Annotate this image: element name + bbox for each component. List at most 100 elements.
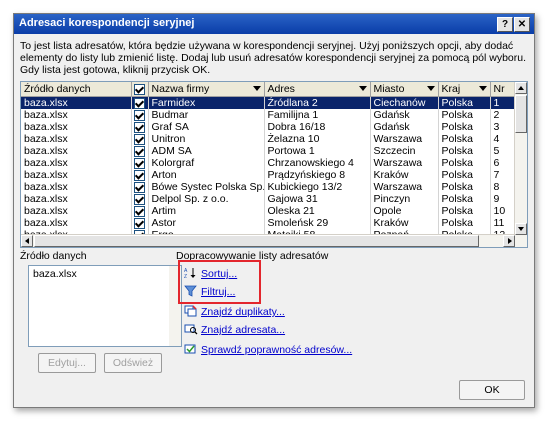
cell-nr: 7 [490, 169, 516, 181]
table-row[interactable]: baza.xlsx Artim Oleska 21 Opole Polska 10 [21, 205, 516, 217]
cell-country: Polska [438, 217, 491, 229]
row-checkbox[interactable] [134, 193, 145, 205]
cell-address: Oleska 21 [264, 205, 371, 217]
row-checkbox[interactable] [134, 133, 145, 145]
cell-nr: 9 [490, 193, 516, 205]
row-checkbox[interactable] [134, 109, 145, 121]
source-listbox[interactable]: baza.xlsx [28, 265, 182, 347]
chevron-down-icon[interactable] [358, 86, 367, 91]
scroll-right-button[interactable] [503, 235, 515, 247]
cell-address: Źródlana 2 [264, 96, 371, 109]
title-bar[interactable]: Adresaci korespondencji seryjnej ? ✕ [14, 14, 534, 34]
table-row[interactable]: baza.xlsx Graf SA Dobra 16/18 Gdańsk Polska 3 [21, 121, 516, 133]
horizontal-scrollbar[interactable] [21, 234, 515, 247]
recipients-table: Źródło danych Nazwa firmy Adres Miasto K… [21, 82, 516, 241]
find-duplicates-label[interactable]: Znajdź duplikaty... [201, 306, 285, 318]
row-checkbox[interactable] [134, 97, 145, 109]
scroll-thumb[interactable] [515, 95, 527, 133]
row-checkbox[interactable] [134, 181, 145, 193]
row-checkbox[interactable] [134, 169, 145, 181]
select-all-checkbox[interactable] [134, 83, 145, 95]
cell-country: Polska [438, 157, 491, 169]
table-row[interactable]: baza.xlsx Delpol Sp. z o.o. Gajowa 31 Pincz… [21, 193, 516, 205]
validate-addresses-label[interactable]: Sprawdź poprawność adresów... [201, 344, 352, 356]
row-checkbox[interactable] [134, 145, 145, 157]
dialog-title: Adresaci korespondencji seryjnej [19, 17, 195, 29]
intro-text: To jest lista adresatów, która będzie uż… [20, 40, 527, 76]
col-header-address[interactable]: Adres [264, 82, 371, 97]
cell-country: Polska [438, 205, 491, 217]
cell-company: Farmidex [148, 96, 265, 109]
cell-source: baza.xlsx [21, 96, 132, 109]
cell-company: Arton [148, 169, 265, 181]
cell-source: baza.xlsx [21, 169, 132, 181]
table-row[interactable]: baza.xlsx Kolorgraf Chrzanowskiego 4 Warsza… [21, 157, 516, 169]
cell-nr: 6 [490, 157, 516, 169]
validate-addresses-icon [184, 343, 198, 355]
row-checkbox[interactable] [134, 121, 145, 133]
find-recipient-label[interactable]: Znajdź adresata... [201, 324, 285, 336]
cell-city: Gdańsk [370, 121, 439, 133]
row-checkbox[interactable] [134, 205, 145, 217]
col-header-source[interactable]: Źródło danych [21, 82, 132, 97]
help-button[interactable]: ? [497, 17, 513, 32]
cell-address: Kubickiego 13/2 [264, 181, 371, 193]
chevron-down-icon[interactable] [478, 86, 487, 91]
cell-checkbox [131, 96, 149, 109]
refresh-button[interactable]: Odśwież [104, 353, 162, 373]
col-header-checkbox[interactable] [131, 82, 149, 97]
cell-country: Polska [438, 169, 491, 181]
cell-company: Astor [148, 217, 265, 229]
scroll-down-button[interactable] [515, 223, 527, 235]
cell-source: baza.xlsx [21, 193, 132, 205]
cell-company: Artim [148, 205, 265, 217]
col-header-country[interactable]: Kraj [438, 82, 491, 97]
cell-city: Pinczyn [370, 193, 439, 205]
header-row: Źródło danych Nazwa firmy Adres Miasto K… [21, 82, 516, 97]
cell-country: Polska [438, 96, 491, 109]
cell-checkbox [131, 145, 149, 157]
cell-country: Polska [438, 121, 491, 133]
cell-company: Unitron [148, 133, 265, 145]
table-row[interactable]: baza.xlsx Unitron Żelazna 10 Warszawa Polska… [21, 133, 516, 145]
cell-country: Polska [438, 109, 491, 121]
cell-nr: 10 [490, 205, 516, 217]
close-button[interactable]: ✕ [514, 17, 530, 32]
cell-company: ADM SA [148, 145, 265, 157]
chevron-down-icon[interactable] [252, 86, 261, 91]
cell-city: Kraków [370, 169, 439, 181]
cell-checkbox [131, 217, 149, 229]
col-header-company[interactable]: Nazwa firmy [148, 82, 265, 97]
cell-company: Delpol Sp. z o.o. [148, 193, 265, 205]
find-duplicates-icon [184, 305, 198, 317]
vertical-scrollbar[interactable] [514, 82, 527, 247]
table-row[interactable]: baza.xlsx Budmar Familijna 1 Gdańsk Polska 2 [21, 109, 516, 121]
cell-source: baza.xlsx [21, 157, 132, 169]
cell-country: Polska [438, 145, 491, 157]
col-header-city[interactable]: Miasto [370, 82, 439, 97]
cell-country: Polska [438, 133, 491, 145]
cell-company: Budmar [148, 109, 265, 121]
col-header-nr[interactable]: Nr [490, 82, 516, 97]
table-row[interactable]: baza.xlsx Arton Prądzyńskiego 8 Kraków Polsk… [21, 169, 516, 181]
cell-checkbox [131, 169, 149, 181]
table-row[interactable]: baza.xlsx Farmidex Źródlana 2 Ciechanów Pols… [21, 96, 516, 109]
scroll-up-button[interactable] [515, 82, 527, 94]
table-row[interactable]: baza.xlsx Astor Smoleńsk 29 Kraków Polska 11 [21, 217, 516, 229]
table-row[interactable]: baza.xlsx ADM SA Portowa 1 Szczecin Polska 5 [21, 145, 516, 157]
ok-button[interactable]: OK [459, 380, 525, 400]
recipients-list[interactable]: Źródło danych Nazwa firmy Adres Miasto K… [20, 81, 528, 248]
mail-merge-recipients-dialog: Adresaci korespondencji seryjnej ? ✕ To … [13, 13, 535, 408]
cell-address: Prądzyńskiego 8 [264, 169, 371, 181]
chevron-down-icon[interactable] [426, 86, 435, 91]
edit-button[interactable]: Edytuj... [38, 353, 96, 373]
scroll-left-button[interactable] [21, 235, 33, 247]
table-row[interactable]: baza.xlsx Bówe Systec Polska Sp. ...Kubic… [21, 181, 516, 193]
cell-nr: 5 [490, 145, 516, 157]
cell-country: Polska [438, 193, 491, 205]
row-checkbox[interactable] [134, 217, 145, 229]
row-checkbox[interactable] [134, 157, 145, 169]
source-item[interactable]: baza.xlsx [33, 268, 77, 280]
cell-source: baza.xlsx [21, 109, 132, 121]
horizontal-scroll-thumb[interactable] [34, 235, 479, 247]
